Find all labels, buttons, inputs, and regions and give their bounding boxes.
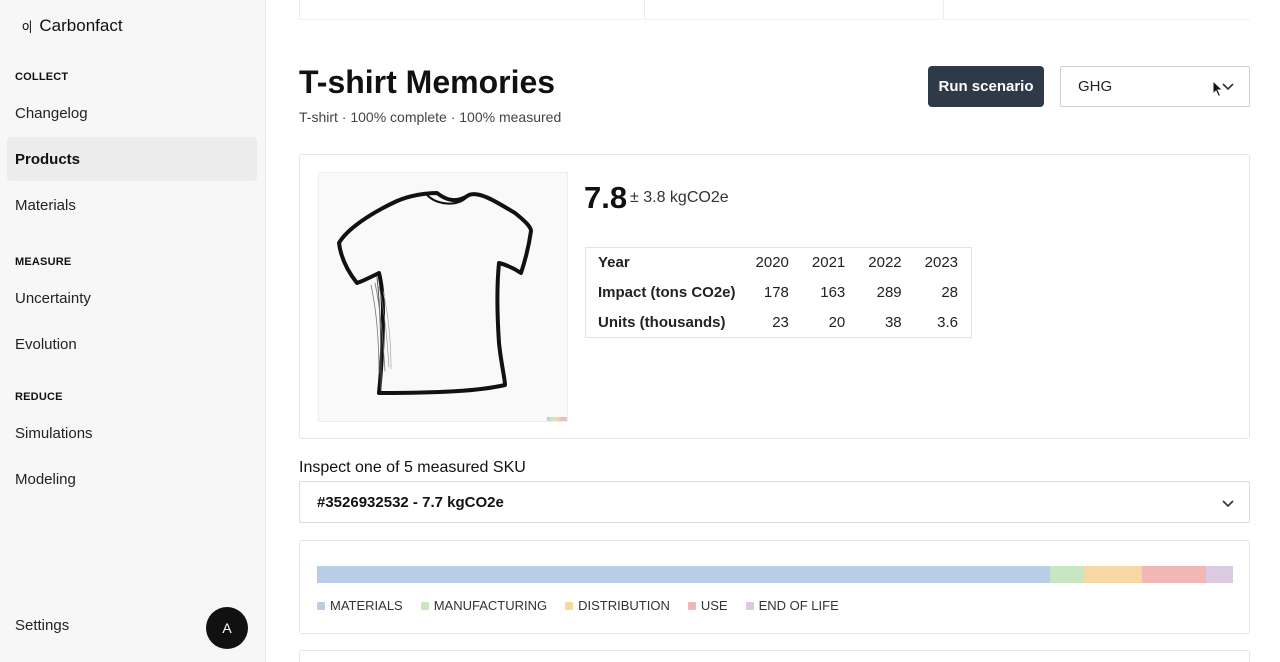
table-cell: 163 xyxy=(820,284,846,301)
scrolled-content-top xyxy=(299,0,1250,20)
breakdown-segment-use[interactable] xyxy=(1142,566,1207,583)
legend-label: MATERIALS xyxy=(330,598,403,613)
legend-swatch xyxy=(687,601,696,610)
lifecycle-breakdown-card: MATERIALS MANUFACTURING DISTRIBUTION USE END… xyxy=(299,540,1250,634)
table-cell: 3.6 xyxy=(937,313,959,331)
legend-swatch xyxy=(317,601,325,610)
sidebar-item-uncertainty[interactable]: Uncertainty xyxy=(7,276,257,320)
product-image xyxy=(318,172,568,422)
table-header-cell: 2021 xyxy=(811,254,846,272)
legend-item: MANUFACTURING xyxy=(420,598,548,613)
sidebar-item-materials[interactable]: Materials xyxy=(7,183,257,227)
table-cell: 38 xyxy=(884,313,902,331)
breakdown-segment-materials[interactable] xyxy=(317,566,1050,583)
legend-label: END OF LIFE xyxy=(758,598,839,613)
table-header-cell: Year xyxy=(598,254,630,272)
page-subtitle: T-shirt · 100% complete · 100% measured xyxy=(299,109,562,125)
table-header-cell: 2020 xyxy=(755,254,789,272)
tshirt-sketch-icon xyxy=(337,191,533,395)
table-cell: 28 xyxy=(941,284,959,301)
breakdown-segment-end-of-life[interactable] xyxy=(1206,566,1233,583)
section-label-collect: COLLECT xyxy=(15,71,69,83)
table-row-label: Units (thousands) xyxy=(598,313,726,331)
legend-swatch xyxy=(745,601,754,610)
sidebar-item-settings[interactable]: Settings xyxy=(15,617,69,634)
section-label-measure: MEASURE xyxy=(15,256,72,268)
chevron-down-icon xyxy=(1222,500,1234,508)
table-row: Units (thousands) 23 20 38 3.6 xyxy=(586,308,972,338)
table-row-label: Impact (tons CO2e) xyxy=(598,284,736,301)
carbonfact-logo-icon: o| xyxy=(22,19,32,33)
lifecycle-legend: MATERIALS MANUFACTURING DISTRIBUTION USE END… xyxy=(317,598,839,613)
color-swatch xyxy=(547,417,567,421)
section-label-reduce: REDUCE xyxy=(15,391,63,403)
sidebar-item-products[interactable]: Products xyxy=(7,137,257,181)
avatar[interactable]: A xyxy=(206,607,248,649)
impact-value: 7.8 xyxy=(584,180,628,215)
methodology-select-value: GHG xyxy=(1078,78,1113,95)
legend-item: END OF LIFE xyxy=(745,598,839,613)
legend-item: MATERIALS xyxy=(317,598,403,613)
table-row: Impact (tons CO2e) 178 163 289 28 xyxy=(586,278,972,308)
mouse-cursor-icon xyxy=(1212,80,1224,98)
table-cell: 289 xyxy=(876,284,902,301)
sidebar: o| Carbonfact COLLECT Changelog Products… xyxy=(0,0,266,662)
legend-label: MANUFACTURING xyxy=(433,598,548,613)
table-header-cell: 2022 xyxy=(868,254,902,272)
table-cell: 20 xyxy=(828,313,846,331)
impact-uncertainty: ± 3.8 kgCO2e xyxy=(630,189,729,206)
sidebar-item-simulations[interactable]: Simulations xyxy=(7,411,257,455)
legend-item: USE xyxy=(687,598,728,613)
legend-swatch xyxy=(420,601,429,610)
breakdown-segment-manufacturing[interactable] xyxy=(1049,566,1083,583)
run-scenario-button[interactable]: Run scenario xyxy=(928,66,1044,107)
breakdown-segment-distribution[interactable] xyxy=(1082,566,1143,583)
table-header-row: Year 2020 2021 2022 2023 xyxy=(586,248,972,278)
sidebar-item-modeling[interactable]: Modeling xyxy=(7,457,257,501)
table-header-cell: 2023 xyxy=(924,254,959,272)
inspect-sku-label: Inspect one of 5 measured SKU xyxy=(299,459,526,476)
scrolled-content-bottom xyxy=(299,650,1250,662)
yearly-stats-table: Year 2020 2021 2022 2023 Impact (tons CO… xyxy=(585,247,973,338)
lifecycle-breakdown-bar xyxy=(317,566,1233,583)
legend-label: DISTRIBUTION xyxy=(578,598,670,613)
table-cell: 23 xyxy=(772,313,789,331)
legend-label: USE xyxy=(700,598,728,613)
legend-item: DISTRIBUTION xyxy=(565,598,670,613)
sku-select-value: #3526932532 - 7.7 kgCO2e xyxy=(317,493,504,511)
brand[interactable]: o| Carbonfact xyxy=(22,16,123,36)
sidebar-item-evolution[interactable]: Evolution xyxy=(7,322,257,366)
brand-name: Carbonfact xyxy=(39,16,123,35)
page-title: T-shirt Memories xyxy=(299,64,556,100)
sku-select[interactable]: #3526932532 - 7.7 kgCO2e xyxy=(299,481,1250,523)
table-cell: 178 xyxy=(763,284,789,301)
sidebar-item-changelog[interactable]: Changelog xyxy=(7,91,257,135)
legend-swatch xyxy=(565,601,574,610)
